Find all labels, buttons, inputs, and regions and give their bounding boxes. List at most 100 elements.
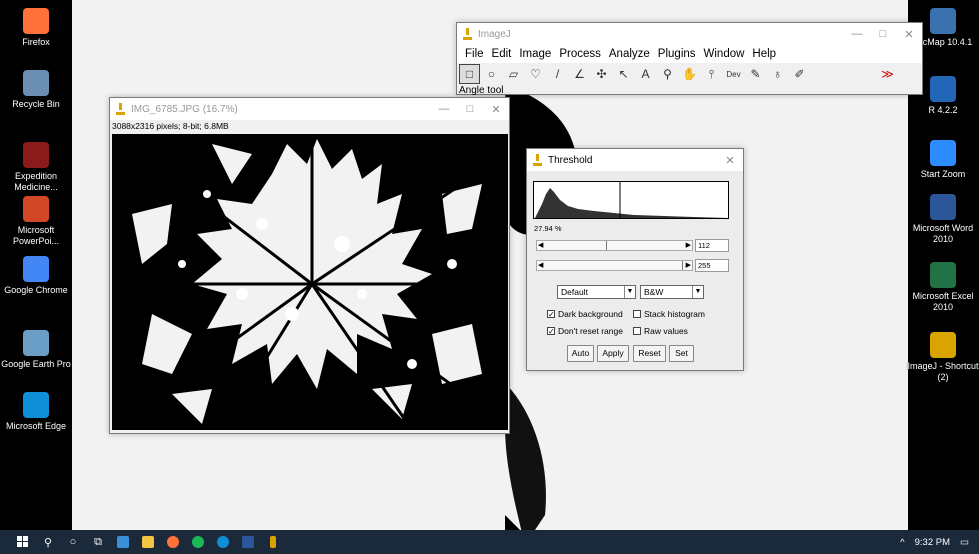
clock[interactable]: 9:32 PM — [915, 537, 950, 548]
polygon-tool[interactable]: ▱ — [503, 64, 524, 84]
spotify-icon — [192, 536, 204, 548]
maximize-button[interactable]: □ — [870, 28, 896, 40]
dont-reset-range-checkbox[interactable]: ✓ Don't reset range — [547, 326, 623, 336]
threshold-titlebar[interactable]: Threshold ✕ — [527, 149, 743, 171]
zoom-icon — [930, 140, 956, 166]
taskbar-edge[interactable] — [212, 531, 234, 553]
min-threshold-slider[interactable]: ◀ ▶ — [536, 240, 693, 251]
apply-button[interactable]: Apply — [597, 345, 629, 362]
minimize-button[interactable]: — — [844, 28, 870, 40]
checkbox-box[interactable]: ✓ — [547, 327, 555, 336]
raw-values-checkbox[interactable]: Raw values — [633, 326, 688, 336]
max-threshold-value[interactable]: 255 — [695, 259, 729, 272]
magnifier-tool[interactable]: ⚲ — [657, 64, 678, 84]
left-icon-1[interactable]: Recycle Bin — [0, 70, 72, 110]
search-button[interactable]: ⚲ — [37, 531, 59, 553]
point-tool[interactable]: ✣ — [591, 64, 612, 84]
close-button[interactable]: ✕ — [717, 154, 743, 167]
blank-tool-3[interactable] — [855, 64, 876, 84]
menu-analyze[interactable]: Analyze — [605, 48, 654, 60]
task-view-button[interactable]: ⧉ — [87, 531, 109, 553]
left-icon-6[interactable]: Microsoft Edge — [0, 392, 72, 432]
wand-tool[interactable]: ↖ — [613, 64, 634, 84]
right-icon-4[interactable]: Microsoft Excel 2010 — [907, 262, 979, 313]
stack-histogram-checkbox[interactable]: Stack histogram — [633, 309, 705, 319]
left-icon-3[interactable]: Microsoft PowerPoi... — [0, 196, 72, 247]
imagej-titlebar[interactable]: ImageJ — □ ✕ — [457, 23, 922, 45]
menu-image[interactable]: Image — [515, 48, 555, 60]
checkbox-box[interactable] — [633, 310, 641, 318]
menu-file[interactable]: File — [461, 48, 488, 60]
slider-left-arrow[interactable]: ◀ — [538, 261, 543, 270]
flood-fill-tool[interactable]: ✐ — [789, 64, 810, 84]
desktop-icon-label: Microsoft Edge — [5, 421, 67, 431]
cortana-button[interactable]: ○ — [62, 531, 84, 553]
taskbar-firefox[interactable] — [162, 531, 184, 553]
line-tool[interactable]: / — [547, 64, 568, 84]
minimize-button[interactable]: — — [431, 103, 457, 115]
taskbar-word[interactable] — [237, 531, 259, 553]
close-button[interactable]: ✕ — [896, 28, 922, 41]
right-icon-3[interactable]: Microsoft Word 2010 — [907, 194, 979, 245]
min-threshold-value[interactable]: 112 — [695, 239, 729, 252]
left-icon-2[interactable]: Expedition Medicine... — [0, 142, 72, 193]
brush-tool[interactable]: ♁ — [767, 64, 788, 84]
windows-icon — [17, 536, 28, 547]
angle-tool[interactable]: ∠ — [569, 64, 590, 84]
set-button[interactable]: Set — [669, 345, 694, 362]
maximize-button[interactable]: □ — [457, 103, 483, 115]
imagej-main-window[interactable]: ImageJ — □ ✕ File Edit Image Process Analyze… — [456, 22, 923, 96]
checkbox-box[interactable] — [633, 327, 641, 335]
method-dropdown[interactable]: Default ▼ — [557, 285, 636, 299]
slider-right-arrow[interactable]: ▶ — [686, 261, 691, 270]
blank-tool-1[interactable] — [811, 64, 832, 84]
left-icon-0[interactable]: Firefox — [0, 8, 72, 48]
menu-process[interactable]: Process — [555, 48, 605, 60]
taskbar-file-explorer[interactable] — [137, 531, 159, 553]
desktop-icon-label: Microsoft Word 2010 — [912, 223, 974, 244]
desktop-icon-label: Expedition Medicine... — [14, 171, 58, 192]
taskbar-app-1[interactable] — [112, 531, 134, 553]
right-icon-2[interactable]: Start Zoom — [907, 140, 979, 180]
reset-button[interactable]: Reset — [633, 345, 666, 362]
close-button[interactable]: ✕ — [483, 103, 509, 116]
min-slider-thumb[interactable] — [606, 241, 607, 250]
image-window-titlebar[interactable]: IMG_6785.JPG (16.7%) — □ ✕ — [110, 98, 509, 120]
left-icon-4[interactable]: Google Chrome — [0, 256, 72, 296]
checkbox-box[interactable]: ✓ — [547, 310, 555, 319]
dev-tool[interactable]: Dev — [723, 64, 744, 84]
tray-overflow-icon[interactable]: ^ — [900, 537, 904, 548]
start-button[interactable] — [12, 531, 34, 553]
image-window[interactable]: IMG_6785.JPG (16.7%) — □ ✕ 3088x2316 pix… — [109, 97, 510, 434]
freehand-tool[interactable]: ♡ — [525, 64, 546, 84]
max-slider-thumb[interactable] — [682, 261, 683, 270]
dropper-tool[interactable]: ⫯ — [701, 64, 722, 84]
rectangle-tool[interactable]: □ — [459, 64, 480, 84]
more-tools[interactable]: ≫ — [877, 64, 898, 84]
taskbar-imagej[interactable] — [262, 531, 284, 553]
auto-button[interactable]: Auto — [567, 345, 594, 362]
thresholded-canopy-image[interactable] — [112, 134, 508, 430]
dark-background-checkbox[interactable]: ✓ Dark background — [547, 309, 623, 319]
menu-window[interactable]: Window — [700, 48, 749, 60]
oval-tool[interactable]: ○ — [481, 64, 502, 84]
firefox-icon — [167, 536, 179, 548]
right-icon-5[interactable]: ImageJ - Shortcut (2) — [907, 332, 979, 383]
menu-help[interactable]: Help — [748, 48, 780, 60]
pencil-tool[interactable]: ✎ — [745, 64, 766, 84]
blank-tool-2[interactable] — [833, 64, 854, 84]
max-threshold-slider[interactable]: ◀ ▶ — [536, 260, 693, 271]
notifications-icon[interactable]: ▭ — [960, 537, 969, 548]
app-icon — [117, 536, 129, 548]
left-icon-5[interactable]: Google Earth Pro — [0, 330, 72, 370]
firefox-icon — [23, 8, 49, 34]
text-tool[interactable]: A — [635, 64, 656, 84]
menu-edit[interactable]: Edit — [488, 48, 516, 60]
taskbar-spotify[interactable] — [187, 531, 209, 553]
mode-dropdown[interactable]: B&W ▼ — [640, 285, 704, 299]
slider-left-arrow[interactable]: ◀ — [538, 241, 543, 250]
threshold-dialog[interactable]: Threshold ✕ 27.94 % ◀ ▶ 112 ◀ ▶ 255 Defa… — [526, 148, 744, 371]
menu-plugins[interactable]: Plugins — [654, 48, 700, 60]
hand-tool[interactable]: ✋ — [679, 64, 700, 84]
slider-right-arrow[interactable]: ▶ — [686, 241, 691, 250]
